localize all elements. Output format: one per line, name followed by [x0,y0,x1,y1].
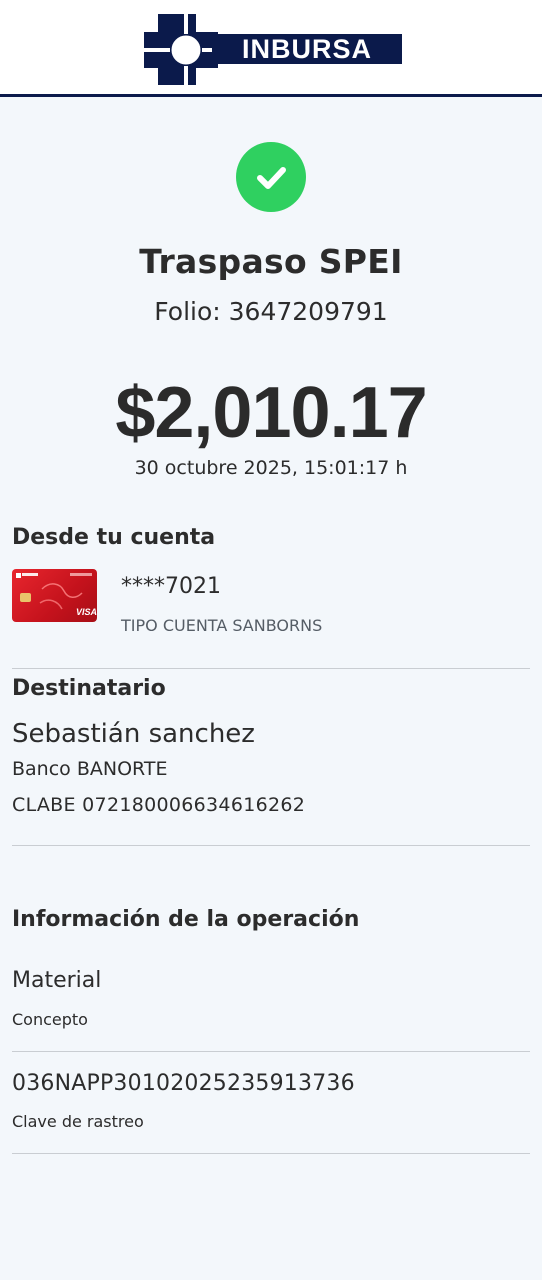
divider [12,668,530,669]
divider [12,1153,530,1154]
divider [12,845,530,846]
inbursa-logo: INBURSA [144,14,402,85]
folio: Folio: 3647209791 [0,297,542,326]
folio-label: Folio: [154,297,221,326]
origin-account-number: ****7021 [121,574,221,599]
transfer-amount: $2,010.17 [115,373,427,453]
app-header: INBURSA [0,0,542,97]
svg-text:VISA: VISA [76,607,97,617]
divider [12,1051,530,1052]
recipient-clabe: CLABE 072180006634616262 [12,794,306,816]
origin-account-type: TIPO CUENTA SANBORNS [121,616,323,635]
inbursa-sanborns-visa-card: VISA [12,569,97,622]
tracking-key-label: Clave de rastreo [12,1112,144,1131]
transfer-title: Traspaso SPEI [139,242,403,281]
origin-section-title: Desde tu cuenta [12,525,216,550]
tracking-key-value: 036NAPP30102025235913736 [12,1071,355,1096]
concept-value: Material [12,968,102,993]
transfer-datetime: 30 octubre 2025, 15:01:17 h [134,457,408,479]
recipient-section-title: Destinatario [12,676,166,701]
recipient-bank: Banco BANORTE [12,758,168,780]
concept-label: Concepto [12,1010,88,1029]
folio-number: 3647209791 [228,297,388,326]
operation-section-title: Información de la operación [12,907,360,932]
recipient-name: Sebastián sanchez [12,719,255,749]
check-circle-icon [236,142,306,212]
svg-text:INBURSA: INBURSA [242,34,372,64]
